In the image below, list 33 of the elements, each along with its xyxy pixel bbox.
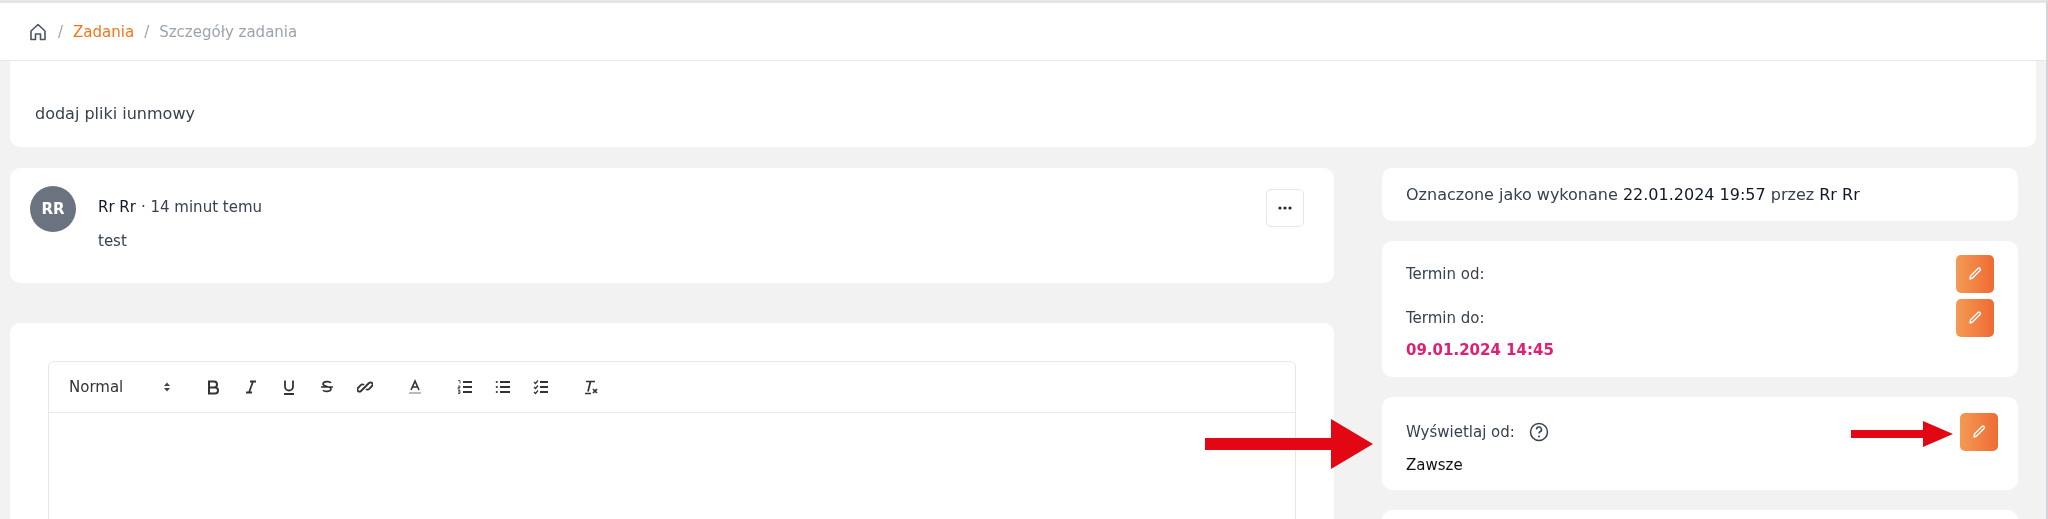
sort-icon [163,381,172,393]
bold-icon[interactable] [205,379,222,395]
status-text: Oznaczone jako wykonane 22.01.2024 19:57 przez Rr Rr [1406,185,1860,204]
breadcrumb-separator: / [144,22,150,41]
checklist-icon[interactable] [533,379,550,395]
clear-format-icon[interactable] [583,379,600,395]
breadcrumb-current: Szczegóły zadania [159,22,298,41]
breadcrumb-separator: / [58,22,64,41]
edit-button[interactable] [1956,255,1994,293]
pencil-icon [1967,310,1983,326]
numbered-list-icon[interactable] [457,379,474,395]
deadline-value: 09.01.2024 14:45 [1406,341,1554,359]
more-icon [1278,206,1292,210]
field-label: Termin do: [1406,309,1486,327]
link-icon[interactable] [357,379,374,395]
comment-author: Rr Rr [98,198,136,216]
comment-text: test [98,232,128,250]
field-label: Wyświetlaj od: [1406,422,1515,441]
avatar: RR [30,186,76,232]
field-label: Termin od: [1406,265,1485,283]
comment-time: · 14 minut temu [140,198,262,216]
edit-button[interactable] [1960,413,1998,451]
pencil-icon [1971,424,1987,440]
task-description: dodaj pliki iunmowy [35,104,195,123]
pencil-icon [1967,266,1983,282]
text-color-icon[interactable] [407,379,424,395]
display-value: Zawsze [1406,455,1464,474]
edit-button[interactable] [1956,299,1994,337]
home-icon[interactable] [28,21,48,42]
help-icon[interactable] [1528,421,1549,442]
format-select[interactable]: Normal [69,378,172,396]
bullet-list-icon[interactable] [495,379,512,395]
strikethrough-icon[interactable] [319,379,336,395]
